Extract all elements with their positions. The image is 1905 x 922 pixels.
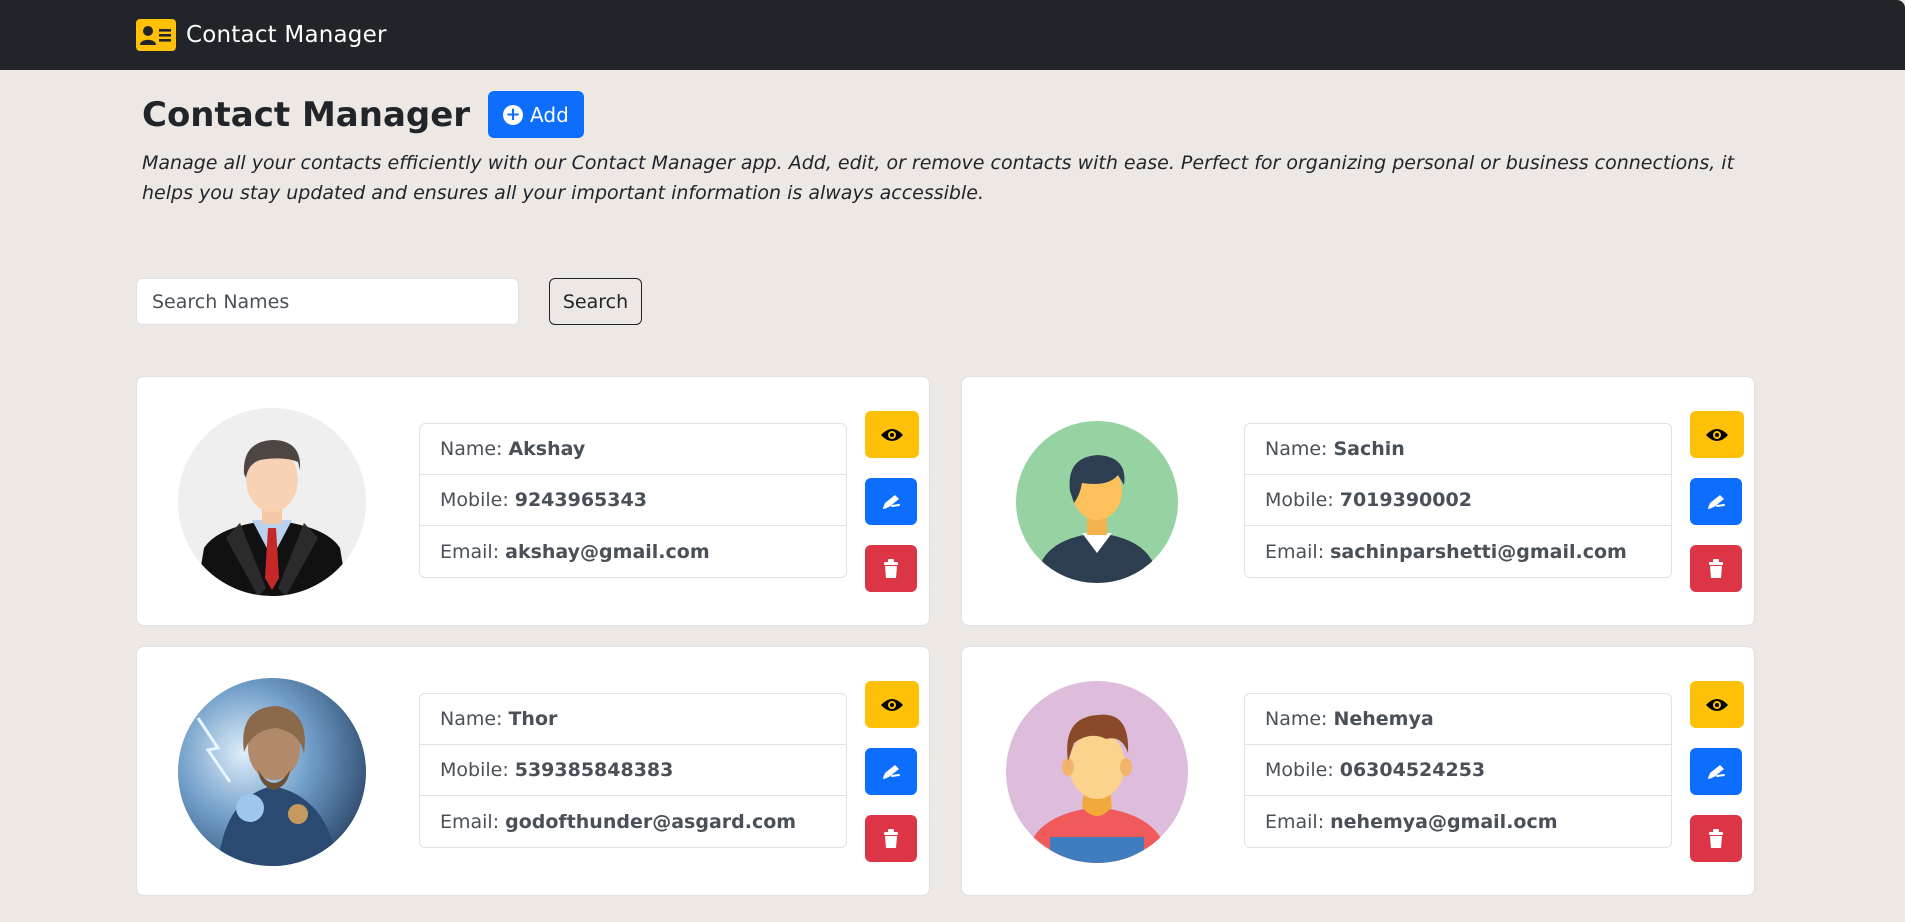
contact-email-row: Email: godofthunder@asgard.com xyxy=(420,796,846,847)
add-button-label: Add xyxy=(530,102,569,127)
eye-icon xyxy=(1706,698,1728,711)
trash-icon xyxy=(1709,828,1723,848)
add-contact-button[interactable]: + Add xyxy=(488,91,584,138)
delete-contact-button[interactable] xyxy=(865,545,917,592)
contact-actions xyxy=(1690,681,1746,882)
contact-name-row: Name: Akshay xyxy=(420,424,846,475)
view-contact-button[interactable] xyxy=(1690,411,1744,458)
contact-mobile: 9243965343 xyxy=(514,489,647,511)
avatar-container xyxy=(157,402,387,602)
young-man-avatar xyxy=(1016,421,1178,583)
contact-mobile: 539385848383 xyxy=(514,759,674,781)
pen-icon xyxy=(883,764,900,779)
delete-contact-button[interactable] xyxy=(1690,545,1742,592)
search-input[interactable] xyxy=(136,278,519,325)
contact-info-list: Name: Akshay Mobile: 9243965343 Email: a… xyxy=(419,423,847,578)
contact-info-list: Name: Sachin Mobile: 7019390002 Email: s… xyxy=(1244,423,1672,578)
eye-icon xyxy=(881,698,903,711)
contact-info-list: Name: Thor Mobile: 539385848383 Email: g… xyxy=(419,693,847,848)
avatar-container xyxy=(982,402,1212,602)
contact-actions xyxy=(1690,411,1746,612)
delete-contact-button[interactable] xyxy=(1690,815,1742,862)
name-label: Name: xyxy=(440,438,503,460)
plus-circle-icon: + xyxy=(503,104,524,125)
view-contact-button[interactable] xyxy=(1690,681,1744,728)
contact-card: Name: Akshay Mobile: 9243965343 Email: a… xyxy=(136,376,930,626)
contact-card: Name: Thor Mobile: 539385848383 Email: g… xyxy=(136,646,930,896)
contact-email-row: Email: akshay@gmail.com xyxy=(420,526,846,577)
delete-contact-button[interactable] xyxy=(865,815,917,862)
trash-icon xyxy=(884,558,898,578)
mobile-label: Mobile: xyxy=(440,489,509,511)
eye-icon xyxy=(881,428,903,441)
mobile-label: Mobile: xyxy=(1265,759,1334,781)
contact-info-list: Name: Nehemya Mobile: 06304524253 Email:… xyxy=(1244,693,1672,848)
contact-card: Name: Nehemya Mobile: 06304524253 Email:… xyxy=(961,646,1755,896)
email-label: Email: xyxy=(1265,540,1325,563)
contact-mobile-row: Mobile: 7019390002 xyxy=(1245,475,1671,526)
contact-name-row: Name: Thor xyxy=(420,694,846,745)
name-label: Name: xyxy=(1265,438,1328,460)
contact-mobile-row: Mobile: 539385848383 xyxy=(420,745,846,796)
contact-actions xyxy=(865,411,921,612)
contact-name: Nehemya xyxy=(1333,708,1434,730)
contact-actions xyxy=(865,681,921,882)
edit-contact-button[interactable] xyxy=(865,748,917,795)
pen-icon xyxy=(883,494,900,509)
edit-contact-button[interactable] xyxy=(1690,478,1742,525)
edit-contact-button[interactable] xyxy=(865,478,917,525)
mobile-label: Mobile: xyxy=(440,759,509,781)
search-button[interactable]: Search xyxy=(549,278,642,325)
contact-email: nehemya@gmail.ocm xyxy=(1330,810,1558,833)
contact-mobile-row: Mobile: 9243965343 xyxy=(420,475,846,526)
trash-icon xyxy=(884,828,898,848)
navbar: Contact Manager xyxy=(0,0,1905,70)
businessman-avatar xyxy=(178,408,366,596)
name-label: Name: xyxy=(1265,708,1328,730)
contact-email-row: Email: nehemya@gmail.ocm xyxy=(1245,796,1671,847)
contact-name: Akshay xyxy=(508,438,586,460)
view-contact-button[interactable] xyxy=(865,681,919,728)
avatar-container xyxy=(982,672,1212,872)
mobile-label: Mobile: xyxy=(1265,489,1334,511)
contact-email-row: Email: sachinparshetti@gmail.com xyxy=(1245,526,1671,577)
contact-name: Sachin xyxy=(1333,438,1405,460)
name-label: Name: xyxy=(440,708,503,730)
page-title: Contact Manager xyxy=(142,94,471,135)
contact-card-icon xyxy=(136,19,176,51)
email-label: Email: xyxy=(440,810,500,833)
brand-text: Contact Manager xyxy=(186,22,387,48)
brand-link[interactable]: Contact Manager xyxy=(136,19,387,51)
eye-icon xyxy=(1706,428,1728,441)
casual-man-avatar xyxy=(1006,681,1188,863)
contact-card: Name: Sachin Mobile: 7019390002 Email: s… xyxy=(961,376,1755,626)
trash-icon xyxy=(1709,558,1723,578)
contact-mobile: 7019390002 xyxy=(1339,489,1472,511)
contact-name-row: Name: Nehemya xyxy=(1245,694,1671,745)
page-description: Manage all your contacts efficiently wit… xyxy=(142,152,1735,204)
contact-name-row: Name: Sachin xyxy=(1245,424,1671,475)
contact-email: akshay@gmail.com xyxy=(505,540,710,563)
contact-mobile-row: Mobile: 06304524253 xyxy=(1245,745,1671,796)
pen-icon xyxy=(1708,494,1725,509)
pen-icon xyxy=(1708,764,1725,779)
view-contact-button[interactable] xyxy=(865,411,919,458)
email-label: Email: xyxy=(1265,810,1325,833)
title-row: Contact Manager + Add xyxy=(142,91,584,138)
avatar-container xyxy=(157,672,387,872)
email-label: Email: xyxy=(440,540,500,563)
contact-email: godofthunder@asgard.com xyxy=(505,810,797,833)
thor-photo xyxy=(178,678,366,866)
contact-email: sachinparshetti@gmail.com xyxy=(1330,540,1627,563)
contact-mobile: 06304524253 xyxy=(1339,759,1486,781)
contact-name: Thor xyxy=(508,708,558,730)
edit-contact-button[interactable] xyxy=(1690,748,1742,795)
